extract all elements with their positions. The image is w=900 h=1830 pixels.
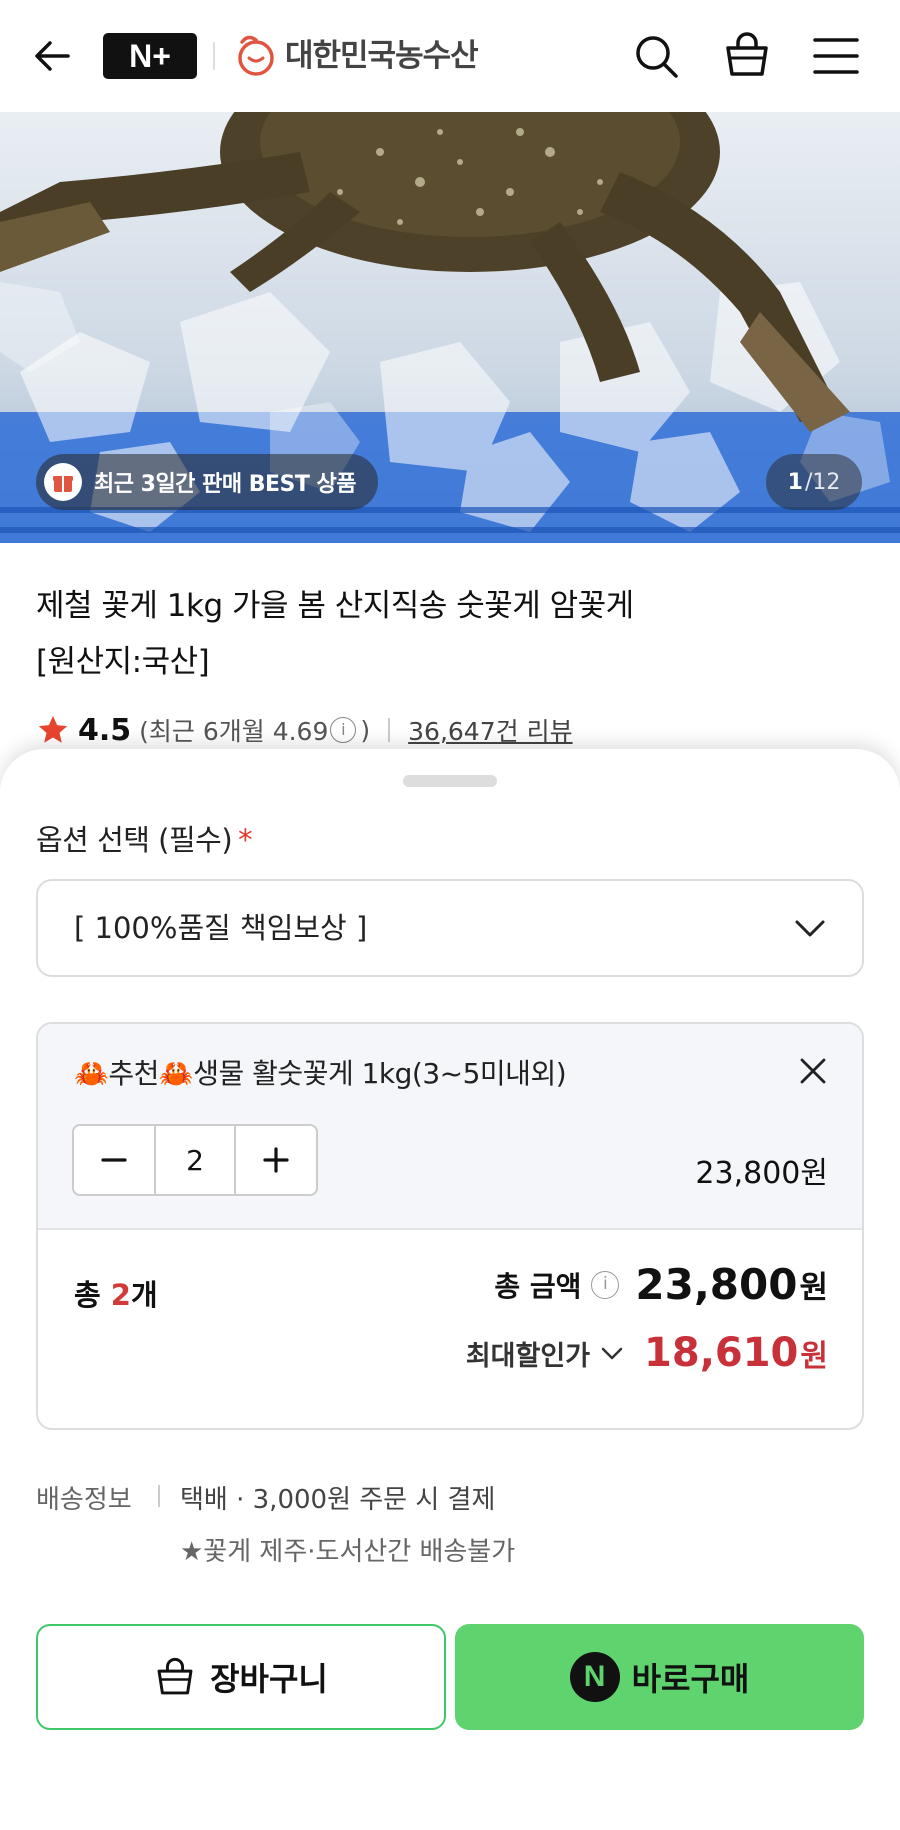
shopping-bag-icon[interactable] <box>722 30 772 80</box>
best-seller-badge: 최근 3일간 판매 BEST 상품 <box>36 454 379 510</box>
max-discount-unit: 원 <box>800 1339 828 1374</box>
rating-divider <box>388 718 391 742</box>
max-discount-row[interactable]: 최대할인가 18,610 원 <box>466 1330 828 1376</box>
rating-row: 4.5 (최근 6개월 4.69 i ) 36,647건 리뷰 <box>36 708 573 752</box>
image-page-indicator: 1 /12 <box>766 454 862 510</box>
total-amount: 23,800 <box>635 1260 798 1309</box>
shopping-bag-icon <box>157 1657 193 1695</box>
gift-box-icon <box>44 463 82 501</box>
decrease-quantity-button[interactable] <box>74 1126 154 1194</box>
total-amount-label: 총 금액 <box>494 1269 582 1303</box>
cart-button-label: 장바구니 <box>210 1660 328 1698</box>
naver-plus-badge[interactable]: N+ <box>103 33 197 79</box>
app-header: N+ 대한민국농수산 <box>0 0 900 112</box>
purchase-bottom-sheet: 옵션 선택 (필수) * [ 100%품질 책임보상 ] 🦀추천🦀생물 활숫꽃게 … <box>0 749 900 1830</box>
hamburger-menu-icon[interactable] <box>812 34 860 78</box>
recent-rating: (최근 6개월 4.69 <box>139 717 329 746</box>
total-amount-unit: 원 <box>799 1270 828 1306</box>
page-current: 1 <box>787 469 803 495</box>
search-icon[interactable] <box>632 32 680 80</box>
add-to-cart-button[interactable]: 장바구니 <box>36 1624 446 1730</box>
chevron-down-icon <box>795 920 825 937</box>
total-amount-row: 총 금액 i 23,800 원 <box>494 1260 828 1309</box>
product-title-line2: [원산지:국산] <box>36 644 210 680</box>
product-title: 제철 꽃게 1kg 가을 봄 산지직송 숫꽃게 암꽃게 [원산지:국산] <box>36 578 856 690</box>
close-icon[interactable] <box>798 1056 828 1086</box>
max-discount-amount: 18,610 <box>644 1330 799 1376</box>
shipping-text: 택배 · 3,000원 주문 시 결제 <box>180 1485 496 1515</box>
total-count-number: 2 <box>110 1278 131 1312</box>
review-count-link[interactable]: 36,647건 리뷰 <box>408 712 572 748</box>
max-discount-label: 최대할인가 <box>465 1340 591 1372</box>
product-image-carousel[interactable]: 최근 3일간 판매 BEST 상품 1 /12 <box>0 112 900 543</box>
store-logo-icon <box>238 35 274 76</box>
selected-item-name: 🦀추천🦀생물 활숫꽃게 1kg(3~5미내외) <box>74 1057 567 1090</box>
buy-button-label: 바로구매 <box>631 1660 750 1698</box>
back-arrow-icon[interactable] <box>30 34 74 78</box>
shipping-note: ★꽃게 제주·도서산간 배송불가 <box>180 1537 516 1567</box>
buy-now-button[interactable]: N 바로구매 <box>455 1624 864 1730</box>
plus-icon <box>263 1147 289 1173</box>
recent-rating-close: ) <box>360 715 371 745</box>
sheet-drag-handle[interactable] <box>403 775 497 787</box>
store-name[interactable]: 대한민국농수산 <box>285 32 479 80</box>
option-select[interactable]: [ 100%품질 책임보상 ] <box>36 879 864 977</box>
info-icon[interactable]: i <box>330 717 357 743</box>
total-count-prefix: 총 <box>74 1278 111 1312</box>
naver-pay-icon: N <box>569 1652 620 1702</box>
option-label-text: 옵션 선택 (필수) <box>36 823 233 857</box>
increase-quantity-button[interactable] <box>236 1126 316 1194</box>
total-count-suffix: 개 <box>130 1278 158 1312</box>
shipping-divider <box>158 1485 160 1507</box>
option-label: 옵션 선택 (필수) * <box>36 817 253 859</box>
product-title-line1: 제철 꽃게 1kg 가을 봄 산지직송 숫꽃게 암꽃게 <box>36 588 634 624</box>
required-mark: * <box>238 823 253 857</box>
total-count: 총 2개 <box>74 1272 158 1314</box>
header-divider <box>213 42 215 70</box>
star-icon <box>38 715 68 743</box>
page-total: /12 <box>804 469 841 495</box>
item-price: 23,800원 <box>695 1156 828 1191</box>
total-info-icon[interactable]: i <box>591 1270 620 1299</box>
best-badge-text: 최근 3일간 판매 BEST 상품 <box>94 472 357 497</box>
rating-score: 4.5 <box>78 712 132 748</box>
chevron-down-icon <box>601 1347 623 1360</box>
quantity-stepper: 2 <box>72 1124 318 1196</box>
selected-item-card: 🦀추천🦀생물 활숫꽃게 1kg(3~5미내외) 2 23,800원 총 2개 총… <box>36 1022 864 1430</box>
option-selected-value: [ 100%품질 책임보상 ] <box>74 911 368 945</box>
selected-item-row: 🦀추천🦀생물 활숫꽃게 1kg(3~5미내외) 2 23,800원 <box>38 1024 862 1230</box>
quantity-value[interactable]: 2 <box>154 1126 236 1194</box>
shipping-label: 배송정보 <box>36 1485 132 1515</box>
minus-icon <box>101 1158 127 1162</box>
